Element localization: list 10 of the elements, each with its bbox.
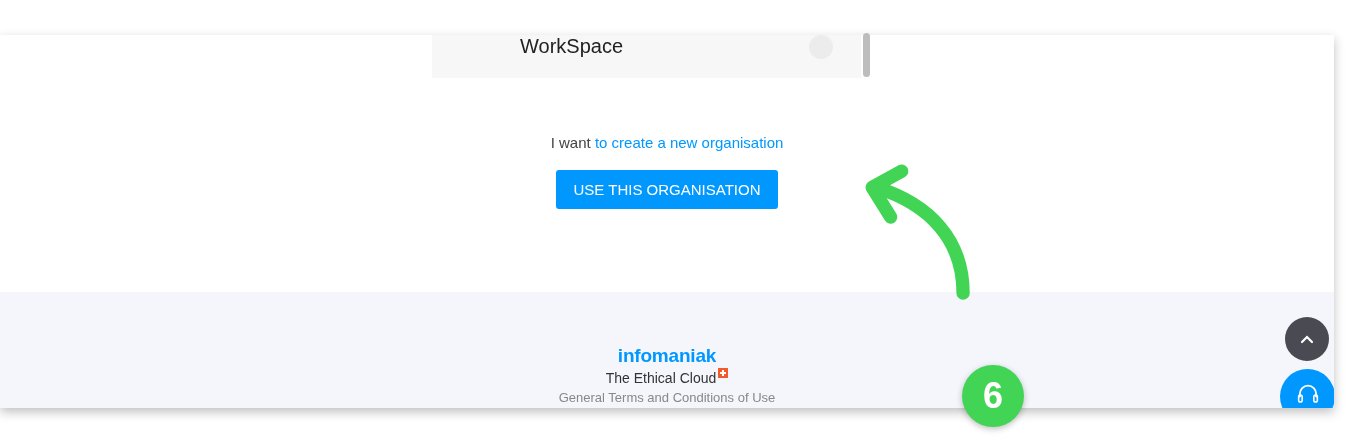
scroll-to-top-button[interactable] [1285,317,1329,361]
scrollbar[interactable] [861,35,872,78]
terms-link[interactable]: General Terms and Conditions of Use [558,390,776,405]
prompt-text: I want [550,134,591,151]
brand-logo[interactable]: infomaniak [617,346,717,366]
swiss-flag-icon [718,368,729,378]
organisation-item[interactable]: WorkSpace [432,35,861,78]
use-organisation-button[interactable]: USE THIS ORGANISATION [555,170,779,209]
tagline: The Ethical Cloud [605,370,717,386]
create-organisation-link[interactable]: to create a new organisation [594,134,784,151]
